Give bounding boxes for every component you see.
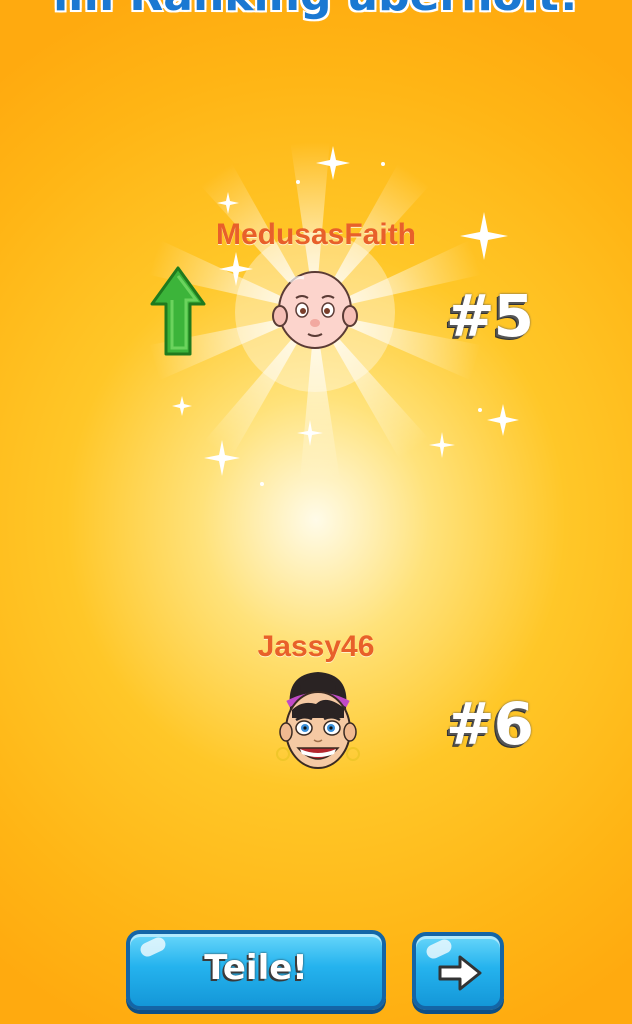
share-button-label: Teile! <box>204 948 308 988</box>
player-rank: #6 <box>446 690 534 758</box>
woman-avatar-icon <box>276 672 360 769</box>
rank-up-arrow-icon <box>150 266 206 356</box>
player-rank: #5 <box>446 282 534 350</box>
next-button[interactable] <box>412 932 504 1010</box>
share-button[interactable]: Teile! <box>126 930 386 1010</box>
bald-avatar-icon <box>272 271 358 349</box>
arrow-right-icon <box>438 955 482 991</box>
player-name: Jassy46 <box>257 630 375 663</box>
player-name: MedusasFaith <box>215 218 417 251</box>
